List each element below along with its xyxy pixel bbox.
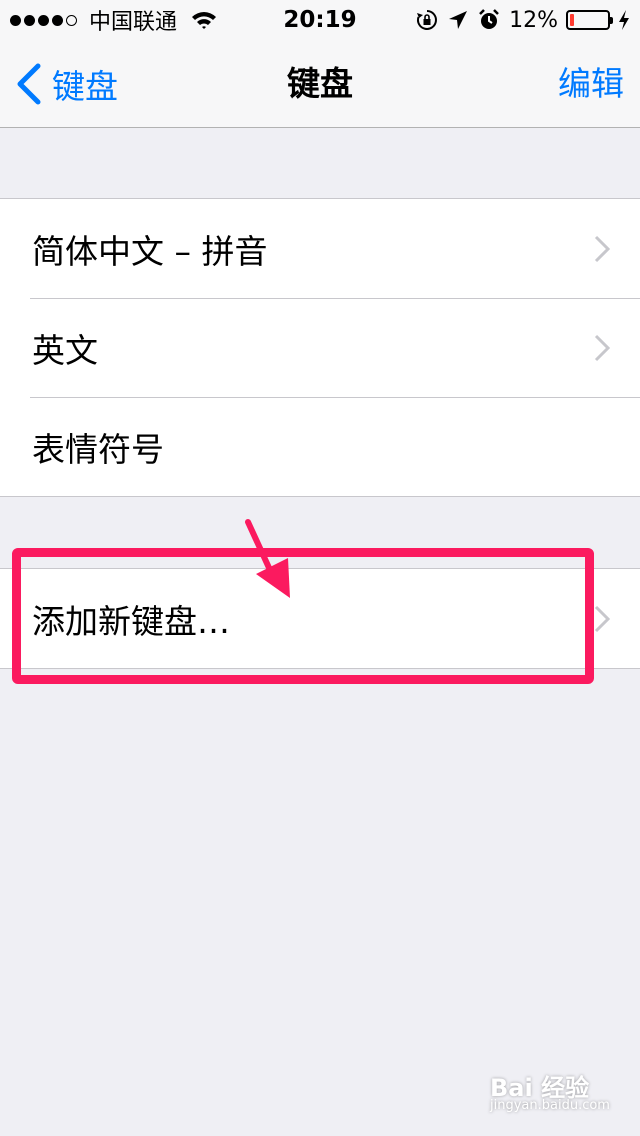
watermark-url: jingyan.baidu.com: [490, 1098, 610, 1113]
signal-strength-icon: [10, 14, 77, 26]
list-item-keyboard-emoji[interactable]: 表情符号: [0, 397, 640, 496]
battery-percent: 12%: [509, 7, 558, 33]
charging-bolt-icon: [619, 10, 629, 30]
status-right: 12%: [415, 6, 630, 34]
list-item-label: 简体中文 – 拼音: [32, 231, 268, 271]
edit-button[interactable]: 编辑: [558, 62, 624, 106]
list-item-label: 英文: [32, 330, 98, 370]
battery-level: [570, 14, 574, 26]
alarm-clock-icon: [479, 9, 499, 29]
navigation-bar: 键盘 键盘 编辑: [0, 40, 640, 128]
rotation-lock-icon: [417, 10, 438, 30]
wifi-icon: [192, 12, 217, 29]
status-left: 中国联通: [10, 6, 217, 35]
page-title: 键盘: [287, 64, 353, 103]
list-item-keyboard-chinese-pinyin[interactable]: 简体中文 – 拼音: [0, 199, 640, 298]
battery-icon: [566, 10, 613, 30]
status-bar: 中国联通 20:19 12%: [0, 0, 640, 40]
list-item-keyboard-english[interactable]: 英文: [0, 298, 640, 397]
keyboards-list: 简体中文 – 拼音 英文 表情符号: [0, 198, 640, 497]
location-arrow-icon: [449, 11, 468, 29]
chevron-right-icon: [594, 605, 610, 633]
carrier-name: 中国联通: [89, 10, 178, 35]
chevron-right-icon: [594, 334, 610, 362]
baidu-jingyan-watermark: Bai 经验 jingyan.baidu.com: [490, 1068, 630, 1114]
annotation-arrow-icon: [245, 519, 290, 598]
list-item-label: 表情符号: [32, 429, 164, 469]
chevron-right-icon: [594, 235, 610, 263]
